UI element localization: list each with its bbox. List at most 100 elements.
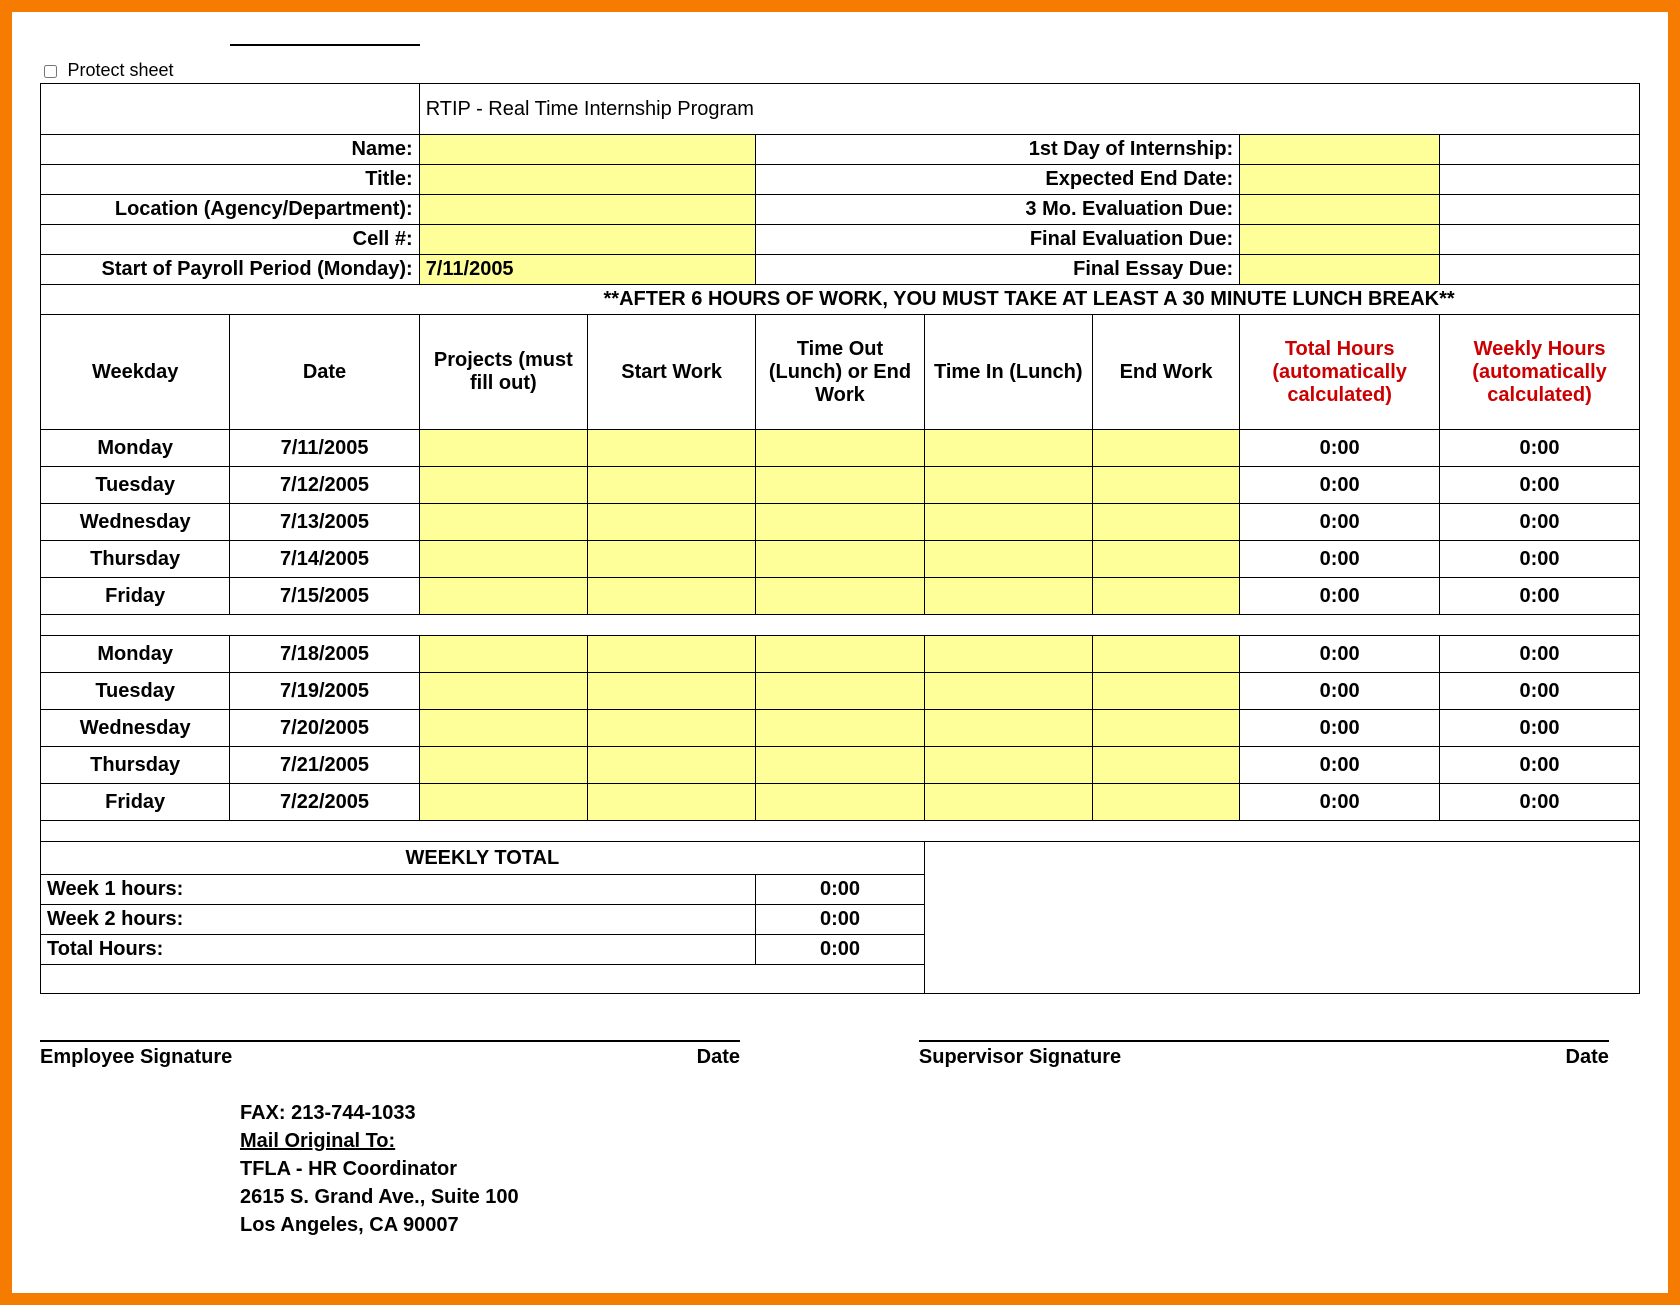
payroll-label: Start of Payroll Period (Monday): (41, 255, 420, 285)
location-input[interactable] (419, 195, 756, 225)
cell-label: Cell #: (41, 225, 420, 255)
endwork-cell[interactable] (1092, 747, 1239, 784)
start-cell[interactable] (588, 673, 756, 710)
timein-cell[interactable] (924, 636, 1092, 673)
start-cell[interactable] (588, 636, 756, 673)
table-row: Thursday7/21/20050:000:00 (41, 747, 1640, 784)
projects-cell[interactable] (419, 784, 587, 821)
timein-cell[interactable] (924, 467, 1092, 504)
timein-cell[interactable] (924, 784, 1092, 821)
location-label: Location (Agency/Department): (41, 195, 420, 225)
weekly-total-title: WEEKLY TOTAL (41, 842, 925, 875)
table-row: Monday7/11/20050:000:00 (41, 430, 1640, 467)
weekly-hours-cell: 0:00 (1440, 467, 1640, 504)
col-weekday: Weekday (41, 315, 230, 430)
start-cell[interactable] (588, 430, 756, 467)
projects-cell[interactable] (419, 504, 587, 541)
start-cell[interactable] (588, 467, 756, 504)
timeout-cell[interactable] (756, 636, 924, 673)
total-hours-label: Total Hours: (41, 935, 756, 965)
timeout-cell[interactable] (756, 578, 924, 615)
total-hours-cell: 0:00 (1240, 578, 1440, 615)
timeout-cell[interactable] (756, 784, 924, 821)
timein-cell[interactable] (924, 710, 1092, 747)
timeout-cell[interactable] (756, 747, 924, 784)
timein-cell[interactable] (924, 673, 1092, 710)
timein-cell[interactable] (924, 504, 1092, 541)
timein-cell[interactable] (924, 430, 1092, 467)
timeout-cell[interactable] (756, 430, 924, 467)
table-row: Tuesday7/19/20050:000:00 (41, 673, 1640, 710)
start-cell[interactable] (588, 504, 756, 541)
date-cell: 7/12/2005 (230, 467, 419, 504)
cell-input[interactable] (419, 225, 756, 255)
enddate-input[interactable] (1240, 165, 1440, 195)
timeout-cell[interactable] (756, 467, 924, 504)
projects-cell[interactable] (419, 430, 587, 467)
projects-cell[interactable] (419, 467, 587, 504)
payroll-input[interactable]: 7/11/2005 (419, 255, 756, 285)
contact-block: FAX: 213-744-1033 Mail Original To: TFLA… (240, 1099, 1640, 1239)
col-timein: Time In (Lunch) (924, 315, 1092, 430)
total-hours-cell: 0:00 (1240, 504, 1440, 541)
title-input[interactable] (419, 165, 756, 195)
start-cell[interactable] (588, 710, 756, 747)
weekday-cell: Monday (41, 636, 230, 673)
endwork-cell[interactable] (1092, 636, 1239, 673)
title-label: Title: (41, 165, 420, 195)
weekly-hours-cell: 0:00 (1440, 578, 1640, 615)
employee-signature-label: Employee Signature (40, 1046, 232, 1069)
weekday-cell: Tuesday (41, 673, 230, 710)
start-cell[interactable] (588, 747, 756, 784)
supervisor-signature-label: Supervisor Signature (919, 1046, 1121, 1069)
finalessay-input[interactable] (1240, 255, 1440, 285)
timein-cell[interactable] (924, 541, 1092, 578)
table-row: Thursday7/14/20050:000:00 (41, 541, 1640, 578)
table-row: Wednesday7/20/20050:000:00 (41, 710, 1640, 747)
total-hours-cell: 0:00 (1240, 673, 1440, 710)
firstday-input[interactable] (1240, 135, 1440, 165)
weekday-cell: Tuesday (41, 467, 230, 504)
weekly-hours-cell: 0:00 (1440, 710, 1640, 747)
name-input[interactable] (419, 135, 756, 165)
projects-cell[interactable] (419, 578, 587, 615)
timein-cell[interactable] (924, 578, 1092, 615)
projects-cell[interactable] (419, 747, 587, 784)
mail-line1: TFLA - HR Coordinator (240, 1155, 1640, 1183)
projects-cell[interactable] (419, 710, 587, 747)
total-hours-cell: 0:00 (1240, 430, 1440, 467)
week2-hours-label: Week 2 hours: (41, 905, 756, 935)
timein-cell[interactable] (924, 747, 1092, 784)
evalfinal-input[interactable] (1240, 225, 1440, 255)
endwork-cell[interactable] (1092, 673, 1239, 710)
timeout-cell[interactable] (756, 710, 924, 747)
total-hours-cell: 0:00 (1240, 784, 1440, 821)
endwork-cell[interactable] (1092, 504, 1239, 541)
projects-cell[interactable] (419, 673, 587, 710)
timeout-cell[interactable] (756, 541, 924, 578)
name-label: Name: (41, 135, 420, 165)
start-cell[interactable] (588, 541, 756, 578)
projects-cell[interactable] (419, 636, 587, 673)
endwork-cell[interactable] (1092, 578, 1239, 615)
protect-sheet-checkbox[interactable] (44, 65, 57, 78)
timeout-cell[interactable] (756, 673, 924, 710)
projects-cell[interactable] (419, 541, 587, 578)
timeout-cell[interactable] (756, 504, 924, 541)
endwork-cell[interactable] (1092, 541, 1239, 578)
start-cell[interactable] (588, 578, 756, 615)
endwork-cell[interactable] (1092, 784, 1239, 821)
enddate-label: Expected End Date: (756, 165, 1240, 195)
lunch-break-note: **AFTER 6 HOURS OF WORK, YOU MUST TAKE A… (604, 288, 1455, 310)
total-hours-value: 0:00 (756, 935, 924, 965)
col-projects: Projects (must fill out) (419, 315, 587, 430)
endwork-cell[interactable] (1092, 467, 1239, 504)
fax-line: FAX: 213-744-1033 (240, 1099, 1640, 1127)
endwork-cell[interactable] (1092, 710, 1239, 747)
start-cell[interactable] (588, 784, 756, 821)
eval3-input[interactable] (1240, 195, 1440, 225)
table-row: Tuesday7/12/20050:000:00 (41, 467, 1640, 504)
program-title: RTIP - Real Time Internship Program (419, 84, 1639, 135)
evalfinal-label: Final Evaluation Due: (756, 225, 1240, 255)
endwork-cell[interactable] (1092, 430, 1239, 467)
